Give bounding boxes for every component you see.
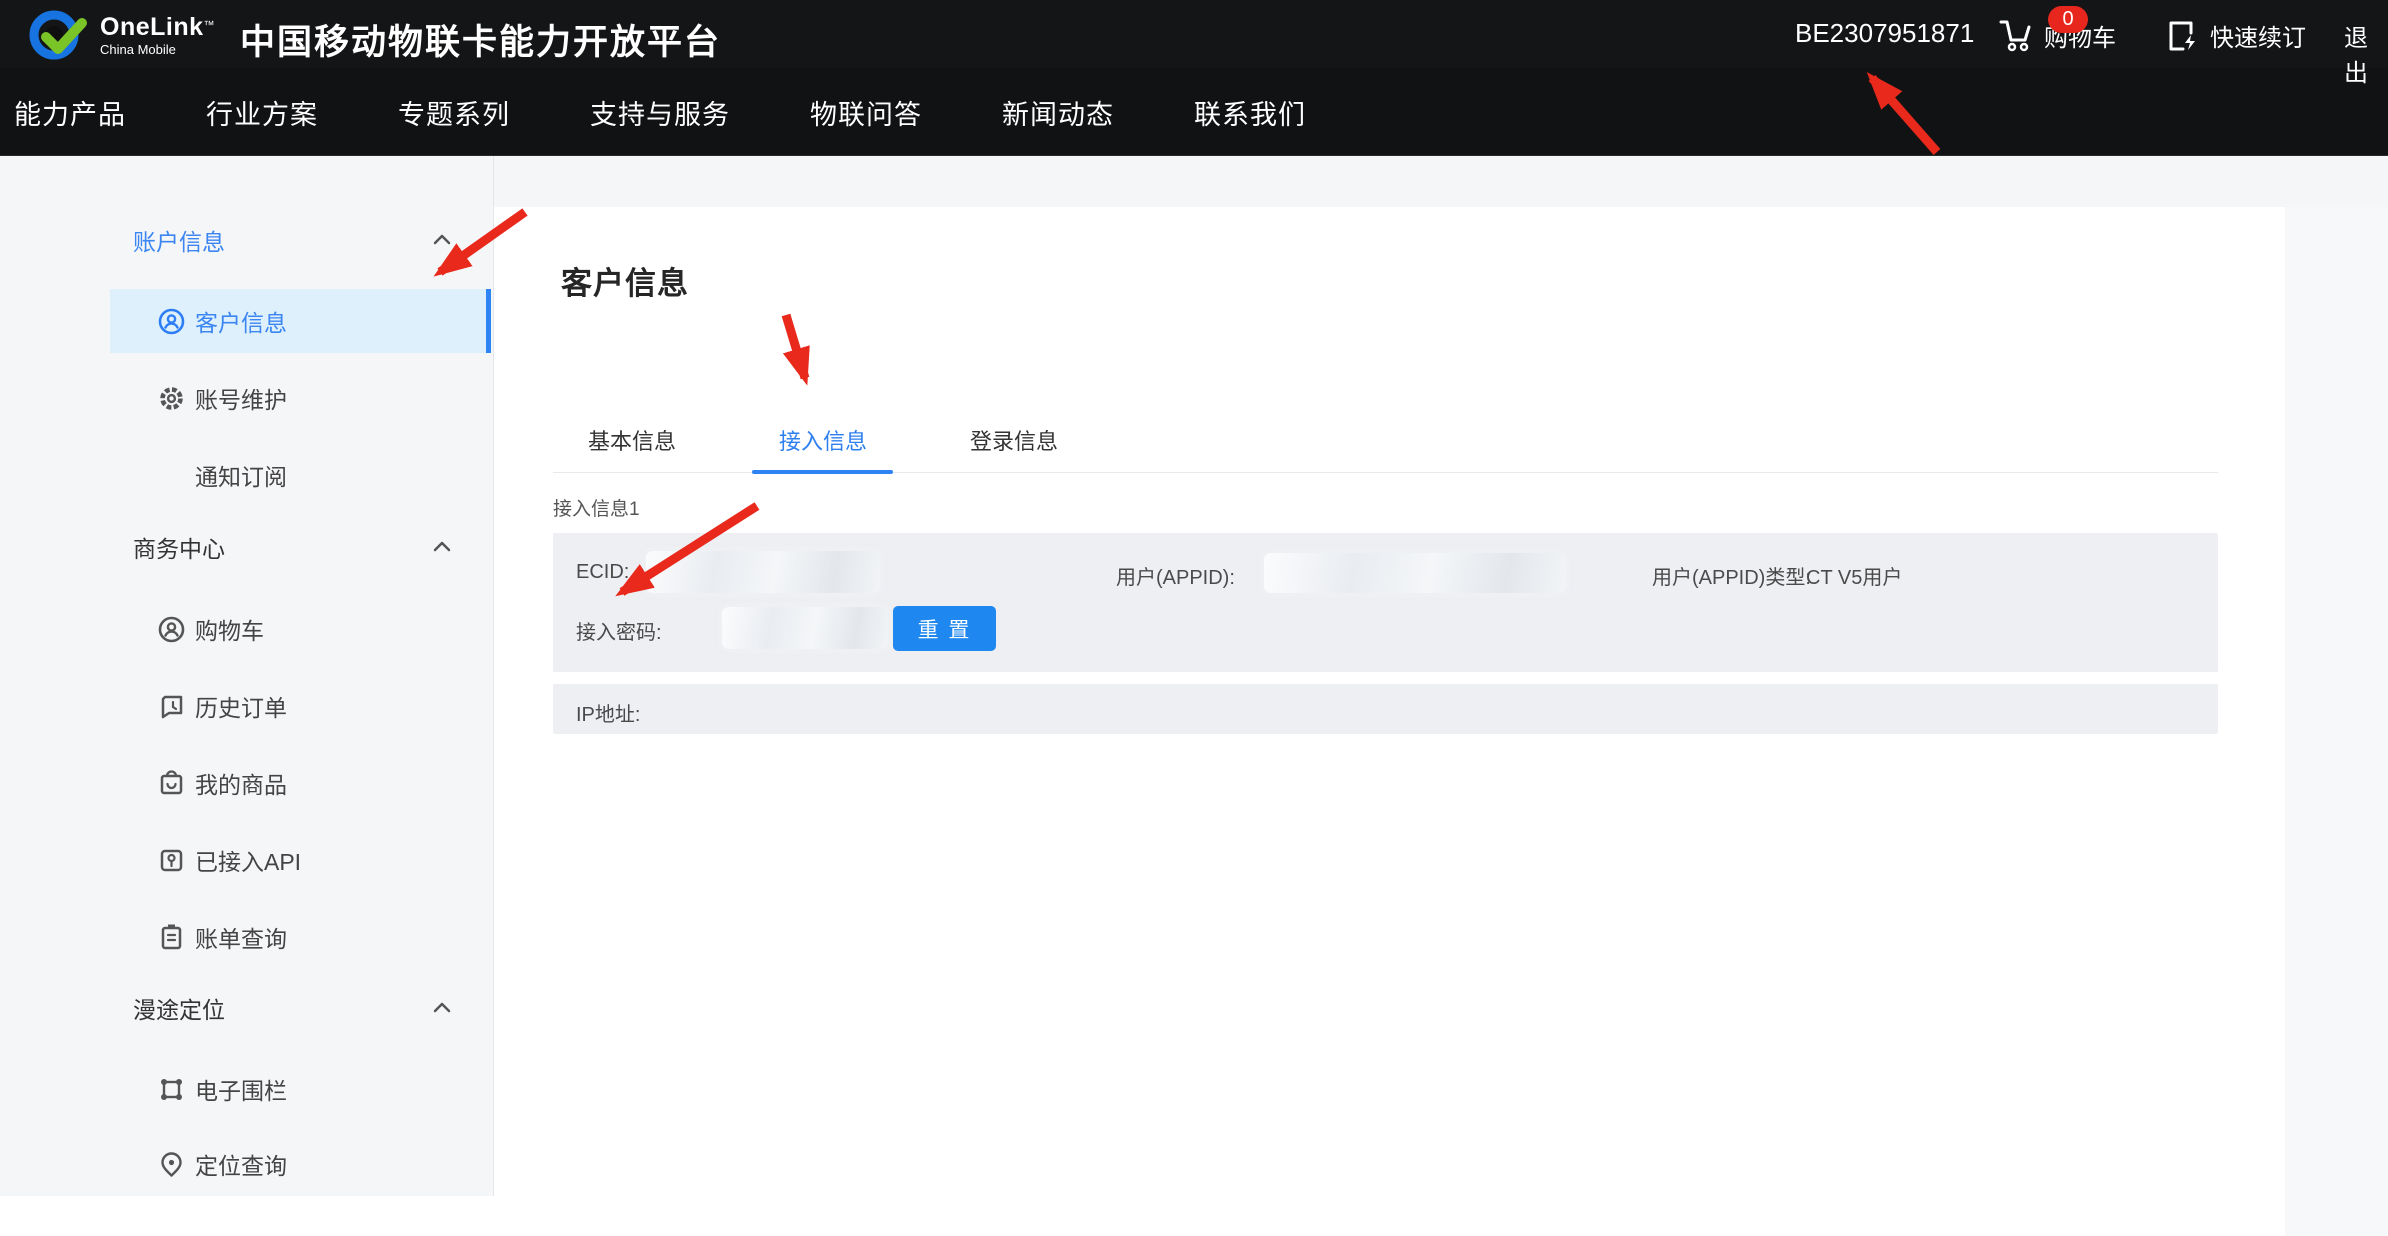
site-title: 中国移动物联卡能力开放平台	[240, 14, 721, 65]
tab-access-info[interactable]: 接入信息	[753, 424, 893, 456]
quick-renew-button[interactable]: 快速续订	[2166, 18, 2306, 53]
tab-login-info[interactable]: 登录信息	[944, 424, 1084, 456]
account-id[interactable]: BE2307951871	[1795, 18, 1974, 49]
sidebar-item-geo-fence[interactable]: 电子围栏	[110, 1057, 491, 1121]
history-order-icon	[158, 693, 185, 720]
nav-item-news[interactable]: 新闻动态	[1002, 93, 1114, 132]
access-password-label: 接入密码:	[576, 616, 662, 645]
password-value-redacted	[722, 607, 888, 649]
sidebar-section-label: 漫途定位	[133, 991, 225, 1025]
cart-icon	[1998, 19, 2034, 53]
logout-label: 退出	[2344, 18, 2388, 88]
quick-renew-icon	[2166, 19, 2200, 53]
sidebar-item-label: 通知订阅	[195, 458, 287, 492]
active-tab-underline	[752, 470, 893, 474]
logout-button[interactable]: 退出	[2344, 18, 2388, 88]
sidebar-item-label: 定位查询	[195, 1147, 287, 1181]
sidebar-item-customer-info[interactable]: 客户信息	[110, 289, 491, 353]
sidebar-item-notification-subscription[interactable]: 通知订阅	[110, 443, 491, 507]
bill-icon	[158, 924, 185, 951]
appid-value-redacted	[1264, 553, 1566, 593]
ip-address-panel: IP地址:	[553, 684, 2218, 734]
appid-type-label: 用户(APPID)类型:	[1652, 561, 1811, 590]
api-key-icon	[158, 847, 185, 874]
page-title: 客户信息	[561, 258, 689, 303]
goods-bag-icon	[158, 770, 185, 797]
nav-item-capability-products[interactable]: 能力产品	[14, 93, 126, 132]
sidebar-section-account-info[interactable]: 账户信息	[133, 225, 463, 255]
reset-password-button[interactable]: 重 置	[893, 606, 996, 651]
appid-label: 用户(APPID):	[1116, 561, 1235, 590]
logo-brand-text: OneLink	[100, 13, 204, 41]
fence-icon	[158, 1076, 185, 1103]
nav-item-contact-us[interactable]: 联系我们	[1194, 93, 1306, 132]
appid-type-value: CT V5用户	[1806, 561, 1902, 590]
nav-item-special-series[interactable]: 专题系列	[398, 93, 510, 132]
nav-item-support-service[interactable]: 支持与服务	[590, 93, 730, 132]
primary-nav: 能力产品 行业方案 专题系列 支持与服务 物联问答 新闻动态 联系我们	[14, 68, 1306, 156]
cart-count-badge: 0	[2048, 6, 2088, 33]
onelink-logo[interactable]: OneLink™ China Mobile	[26, 6, 215, 64]
sidebar-item-label: 电子围栏	[195, 1072, 287, 1106]
sidebar-section-business-center[interactable]: 商务中心	[133, 532, 463, 562]
gear-icon	[158, 385, 185, 412]
logo-subtitle: China Mobile	[100, 43, 215, 56]
sidebar-section-mantu-location[interactable]: 漫途定位	[133, 993, 463, 1023]
access-info-section-label: 接入信息1	[553, 494, 640, 521]
chevron-up-icon	[433, 1002, 451, 1013]
sidebar-item-label: 我的商品	[195, 766, 287, 800]
ip-address-label: IP地址:	[576, 698, 640, 727]
sidebar-item-label: 账号维护	[195, 381, 287, 415]
sidebar-item-shopping-cart[interactable]: 购物车	[110, 597, 491, 661]
sidebar-item-location-query[interactable]: 定位查询	[110, 1132, 491, 1196]
active-item-indicator	[486, 289, 491, 353]
quick-renew-label: 快速续订	[2210, 18, 2306, 53]
sidebar-section-label: 商务中心	[133, 530, 225, 564]
ecid-value-redacted	[646, 551, 880, 593]
sidebar-item-label: 客户信息	[195, 304, 287, 338]
sidebar-item-label: 历史订单	[195, 689, 287, 723]
user-circle-icon	[158, 308, 185, 335]
sidebar-item-account-maintenance[interactable]: 账号维护	[110, 366, 491, 430]
nav-item-iot-qa[interactable]: 物联问答	[810, 93, 922, 132]
cart-circle-icon	[158, 616, 185, 643]
chevron-up-icon	[433, 234, 451, 245]
logo-trademark: ™	[204, 19, 215, 31]
chevron-up-icon	[433, 541, 451, 552]
ecid-label: ECID:	[576, 561, 629, 584]
sidebar-item-label: 账单查询	[195, 920, 287, 954]
location-pin-icon	[158, 1151, 185, 1178]
tab-basic-info[interactable]: 基本信息	[562, 424, 702, 456]
onelink-logo-icon	[26, 7, 92, 63]
sidebar-item-bill-inquiry[interactable]: 账单查询	[110, 905, 491, 969]
nav-item-industry-solutions[interactable]: 行业方案	[206, 93, 318, 132]
sidebar-item-my-products[interactable]: 我的商品	[110, 751, 491, 815]
sidebar-item-label: 已接入API	[195, 843, 301, 877]
sidebar-item-order-history[interactable]: 历史订单	[110, 674, 491, 738]
page-right-margin	[2285, 207, 2388, 1236]
sidebar-item-connected-api[interactable]: 已接入API	[110, 828, 491, 892]
sidebar-section-label: 账户信息	[133, 223, 225, 257]
sidebar-item-label: 购物车	[195, 612, 264, 646]
